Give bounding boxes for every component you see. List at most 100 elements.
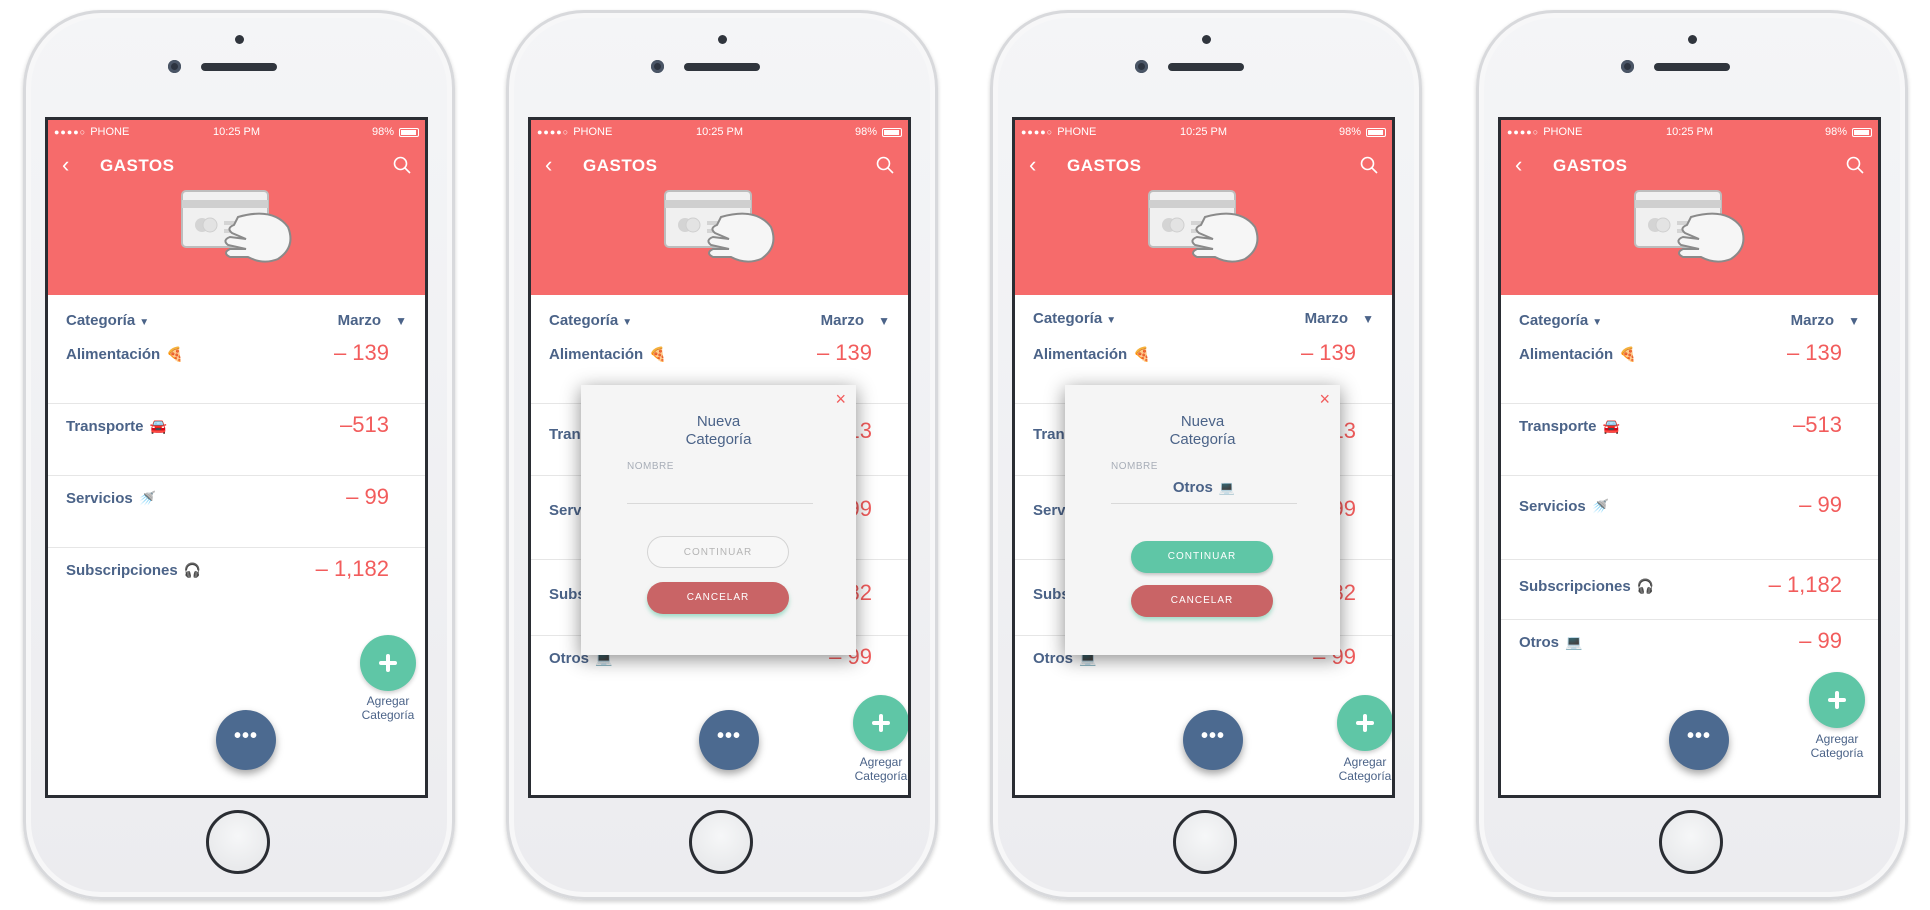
list-item[interactable]: Servicios🚿 – 99	[1501, 476, 1878, 560]
battery-percent: 98%	[1338, 126, 1361, 138]
new-category-dialog: × Nueva Categoría NOMBRE CONTINUAR CANCEL…	[581, 385, 856, 655]
shower-icon: 🚿	[1591, 498, 1610, 514]
search-icon[interactable]	[393, 156, 411, 174]
status-bar: ●●●●○ PHONE 10:25 PM 98%	[537, 124, 902, 140]
battery-icon	[1366, 127, 1386, 137]
name-field[interactable]: Otros 💻	[1111, 479, 1297, 504]
category-filter[interactable]: Categoría ▼	[1033, 310, 1116, 327]
amount: – 1,182	[1768, 572, 1842, 597]
home-button[interactable]	[1173, 810, 1237, 874]
header: ●●●●○ PHONE 10:25 PM 98% ‹ GASTOS	[1015, 120, 1392, 295]
dropdown-arrow-icon[interactable]: ▼	[1848, 314, 1860, 328]
status-bar: ●●●●○ PHONE 10:25 PM 98%	[54, 124, 419, 140]
month-filter[interactable]: Marzo	[1305, 310, 1348, 327]
dropdown-arrow-icon[interactable]: ▼	[1362, 312, 1374, 326]
amount: – 1,182	[315, 556, 389, 581]
battery-percent: 98%	[854, 126, 877, 138]
amount: – 99	[346, 484, 389, 509]
pizza-icon: 🍕	[1133, 346, 1151, 362]
category-filter[interactable]: Categoría ▼	[1519, 312, 1602, 329]
more-button[interactable]: •••	[1669, 710, 1729, 770]
add-category-button[interactable]	[1809, 672, 1865, 728]
search-icon[interactable]	[1360, 156, 1378, 174]
continue-button[interactable]: CONTINUAR	[1131, 541, 1273, 573]
month-filter[interactable]: Marzo	[1791, 312, 1834, 329]
add-category-label: Agregar Categoría	[1810, 732, 1864, 760]
more-button[interactable]: •••	[216, 710, 276, 770]
pizza-icon: 🍕	[649, 346, 667, 362]
category-filter[interactable]: Categoría ▼	[549, 312, 632, 329]
category-filter[interactable]: Categoría ▼	[66, 312, 149, 329]
cancel-button[interactable]: CANCELAR	[1131, 585, 1273, 617]
carrier-label: PHONE	[1543, 126, 1583, 138]
name-field[interactable]	[627, 479, 813, 504]
home-button[interactable]	[206, 810, 270, 874]
clock: 10:25 PM	[1665, 126, 1714, 138]
earpiece-speaker	[201, 63, 277, 71]
screen: ●●●●○ PHONE 10:25 PM 98% ‹ GASTOS Catego…	[528, 117, 911, 798]
home-button[interactable]	[1659, 810, 1723, 874]
list-item[interactable]: Subscripciones🎧 – 1,182	[48, 548, 425, 620]
list-item[interactable]: Alimentación 🍕 – 139	[48, 332, 425, 404]
home-button[interactable]	[689, 810, 753, 874]
close-icon[interactable]: ×	[835, 389, 846, 410]
car-icon: 🚘	[1602, 418, 1620, 434]
screen: ●●●●○ PHONE 10:25 PM 98% ‹ GASTOS Catego…	[45, 117, 428, 798]
amount: – 139	[816, 340, 872, 365]
credit-card-hand-icon	[181, 190, 292, 263]
add-category-label: Agregar Categoría	[361, 694, 415, 722]
more-button[interactable]: •••	[699, 710, 759, 770]
dialog-title: Nueva Categoría	[685, 413, 752, 448]
amount: – 139	[333, 340, 389, 365]
phone-4: ●●●●○ PHONE 10:25 PM 98% ‹ GASTOS Catego…	[1476, 10, 1908, 900]
dropdown-arrow-icon: ▼	[1592, 317, 1603, 328]
add-category-label: Agregar Categoría	[1338, 755, 1392, 783]
add-category-button[interactable]	[360, 635, 416, 691]
amount: – 139	[1300, 340, 1356, 365]
header: ●●●●○ PHONE 10:25 PM 98% ‹ GASTOS	[48, 120, 425, 295]
back-button[interactable]: ‹	[62, 154, 69, 176]
laptop-icon: 💻	[1565, 634, 1583, 650]
list-item[interactable]: Transporte🚘 –513	[1501, 404, 1878, 476]
battery-percent: 98%	[371, 126, 394, 138]
list-item[interactable]: Subscripciones🎧 – 1,182	[1501, 560, 1878, 620]
add-category-button[interactable]	[1337, 695, 1392, 751]
battery-icon	[1852, 127, 1872, 137]
close-icon[interactable]: ×	[1319, 389, 1330, 410]
search-icon[interactable]	[1846, 156, 1864, 174]
front-camera-icon	[651, 60, 664, 73]
list-item[interactable]: Servicios🚿 – 99	[48, 476, 425, 548]
name-field-label: NOMBRE	[1111, 461, 1158, 472]
headphones-icon: 🎧	[183, 562, 202, 578]
screen: ●●●●○ PHONE 10:25 PM 98% ‹ GASTOS Catego…	[1498, 117, 1881, 798]
page-title: GASTOS	[100, 156, 175, 175]
continue-button[interactable]: CONTINUAR	[647, 536, 789, 568]
back-button[interactable]: ‹	[1029, 154, 1036, 176]
cancel-button[interactable]: CANCELAR	[647, 582, 789, 614]
search-icon[interactable]	[876, 156, 894, 174]
dropdown-arrow-icon: ▼	[139, 317, 150, 328]
dropdown-arrow-icon[interactable]: ▼	[878, 314, 890, 328]
back-button[interactable]: ‹	[545, 154, 552, 176]
header: ●●●●○ PHONE 10:25 PM 98% ‹ GASTOS	[531, 120, 908, 295]
dropdown-arrow-icon[interactable]: ▼	[395, 314, 407, 328]
month-filter[interactable]: Marzo	[821, 312, 864, 329]
dropdown-arrow-icon: ▼	[1106, 315, 1117, 326]
amount: – 99	[1799, 492, 1842, 517]
front-camera-icon	[1621, 60, 1634, 73]
page-title: GASTOS	[1067, 156, 1142, 175]
battery-percent: 98%	[1824, 126, 1847, 138]
list-item[interactable]: Alimentación 🍕 – 139	[1501, 332, 1878, 404]
list-item[interactable]: Transporte🚘 –513	[48, 404, 425, 476]
sensor-dot	[1202, 35, 1211, 44]
phone-3: ●●●●○ PHONE 10:25 PM 98% ‹ GASTOS Catego…	[990, 10, 1422, 900]
earpiece-speaker	[1168, 63, 1244, 71]
header: ●●●●○ PHONE 10:25 PM 98% ‹ GASTOS	[1501, 120, 1878, 295]
earpiece-speaker	[1654, 63, 1730, 71]
month-filter[interactable]: Marzo	[338, 312, 381, 329]
back-button[interactable]: ‹	[1515, 154, 1522, 176]
add-category-button[interactable]	[853, 695, 908, 751]
more-button[interactable]: •••	[1183, 710, 1243, 770]
battery-icon	[882, 127, 902, 137]
pizza-icon: 🍕	[1619, 346, 1637, 362]
